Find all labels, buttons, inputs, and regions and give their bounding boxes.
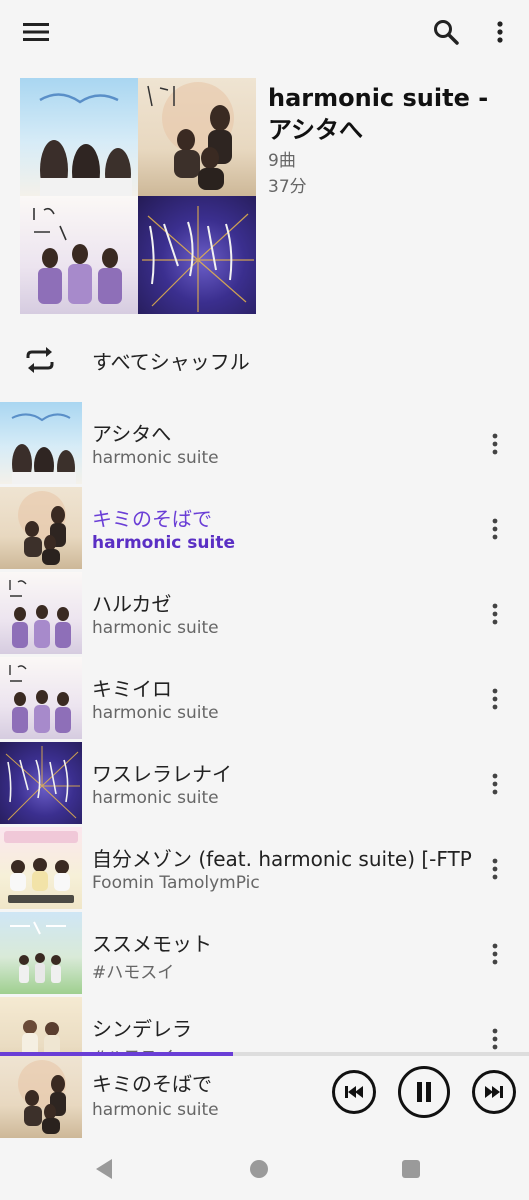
album-art-tile bbox=[20, 196, 138, 314]
track-row[interactable]: シンデレラ #ハモスイ bbox=[0, 997, 529, 1052]
more-vert-icon bbox=[492, 603, 498, 625]
track-artist: harmonic suite bbox=[92, 533, 235, 553]
nav-home-icon[interactable] bbox=[250, 1160, 268, 1178]
now-playing-thumbnail bbox=[0, 1056, 82, 1138]
track-thumbnail bbox=[0, 827, 82, 909]
nav-recents-icon[interactable] bbox=[402, 1160, 420, 1178]
album-title: harmonic suite - アシタへ bbox=[268, 84, 489, 144]
track-artist: harmonic suite bbox=[92, 703, 219, 723]
track-row[interactable]: アシタへ harmonic suite bbox=[0, 402, 529, 487]
track-thumbnail bbox=[0, 402, 82, 484]
more-vert-icon bbox=[492, 518, 498, 540]
more-vert-icon bbox=[492, 688, 498, 710]
album-art-collage bbox=[20, 78, 256, 314]
pause-button[interactable] bbox=[398, 1066, 450, 1118]
track-row[interactable]: キミイロ harmonic suite bbox=[0, 657, 529, 742]
track-more-button[interactable] bbox=[480, 426, 510, 462]
track-more-button[interactable] bbox=[480, 851, 510, 887]
menu-icon bbox=[23, 23, 49, 41]
more-vert-icon bbox=[497, 21, 503, 43]
menu-button[interactable] bbox=[14, 10, 58, 54]
album-track-count: 9曲 bbox=[268, 151, 296, 171]
now-playing-title: キミのそばで bbox=[92, 1072, 212, 1096]
track-thumbnail bbox=[0, 997, 82, 1052]
track-row[interactable]: 自分メゾン (feat. harmonic suite) [-FTP ve Fo… bbox=[0, 827, 529, 912]
skip-next-icon bbox=[485, 1086, 503, 1098]
track-title: ワスレラレナイ bbox=[92, 762, 232, 786]
track-title: キミのそばで bbox=[92, 507, 212, 531]
system-navigation-bar bbox=[0, 1140, 529, 1200]
track-title: ススメモット bbox=[92, 932, 212, 956]
more-vert-icon bbox=[492, 943, 498, 965]
track-thumbnail bbox=[0, 487, 82, 569]
track-more-button[interactable] bbox=[480, 511, 510, 547]
track-more-button[interactable] bbox=[480, 766, 510, 802]
more-vert-icon bbox=[492, 433, 498, 455]
track-artist: harmonic suite bbox=[92, 788, 219, 808]
track-artist: harmonic suite bbox=[92, 618, 219, 638]
album-art-tile bbox=[138, 196, 256, 314]
album-art-tile bbox=[138, 78, 256, 196]
track-title: アシタへ bbox=[92, 422, 172, 446]
album-duration: 37分 bbox=[268, 177, 307, 197]
album-header: harmonic suite - アシタへ 9曲 37分 bbox=[0, 64, 529, 316]
track-row[interactable]: ワスレラレナイ harmonic suite bbox=[0, 742, 529, 827]
now-playing-artist: harmonic suite bbox=[92, 1100, 219, 1120]
track-more-button[interactable] bbox=[480, 681, 510, 717]
track-more-button[interactable] bbox=[480, 1021, 510, 1052]
previous-track-button[interactable] bbox=[332, 1070, 376, 1114]
track-row[interactable]: ススメモット #ハモスイ bbox=[0, 912, 529, 997]
next-track-button[interactable] bbox=[472, 1070, 516, 1114]
track-artist: Foomin TamolymPic bbox=[92, 873, 260, 893]
track-title: シンデレラ bbox=[92, 1017, 192, 1041]
pause-icon bbox=[417, 1082, 431, 1102]
track-more-button[interactable] bbox=[480, 936, 510, 972]
track-row-active[interactable]: キミのそばで harmonic suite bbox=[0, 487, 529, 572]
now-playing-bar[interactable]: キミのそばで harmonic suite bbox=[0, 1056, 529, 1140]
album-art-tile bbox=[20, 78, 138, 196]
track-thumbnail bbox=[0, 742, 82, 824]
track-thumbnail bbox=[0, 657, 82, 739]
track-row[interactable]: ハルカゼ harmonic suite bbox=[0, 572, 529, 657]
track-thumbnail bbox=[0, 572, 82, 654]
track-title: 自分メゾン (feat. harmonic suite) [-FTP ve bbox=[92, 847, 472, 871]
nav-back-icon[interactable] bbox=[94, 1158, 114, 1180]
track-artist: harmonic suite bbox=[92, 448, 219, 468]
shuffle-all-button[interactable]: すべてシャッフル bbox=[0, 330, 529, 390]
search-icon bbox=[434, 20, 459, 45]
search-button[interactable] bbox=[424, 10, 468, 54]
track-thumbnail bbox=[0, 912, 82, 994]
track-more-button[interactable] bbox=[480, 596, 510, 632]
more-vert-icon bbox=[492, 773, 498, 795]
track-title: ハルカゼ bbox=[92, 592, 172, 616]
track-title: キミイロ bbox=[92, 677, 172, 701]
track-list: アシタへ harmonic suite キミのそばで harmonic suit… bbox=[0, 402, 529, 1052]
track-artist: #ハモスイ bbox=[92, 1043, 174, 1052]
skip-previous-icon bbox=[345, 1086, 363, 1098]
track-artist: #ハモスイ bbox=[92, 963, 175, 983]
more-vert-icon bbox=[492, 1028, 498, 1050]
more-vert-icon bbox=[492, 858, 498, 880]
shuffle-all-label: すべてシャッフル bbox=[92, 350, 250, 374]
top-app-bar bbox=[0, 0, 529, 64]
repeat-icon bbox=[26, 347, 54, 373]
overflow-menu-button[interactable] bbox=[480, 10, 520, 54]
